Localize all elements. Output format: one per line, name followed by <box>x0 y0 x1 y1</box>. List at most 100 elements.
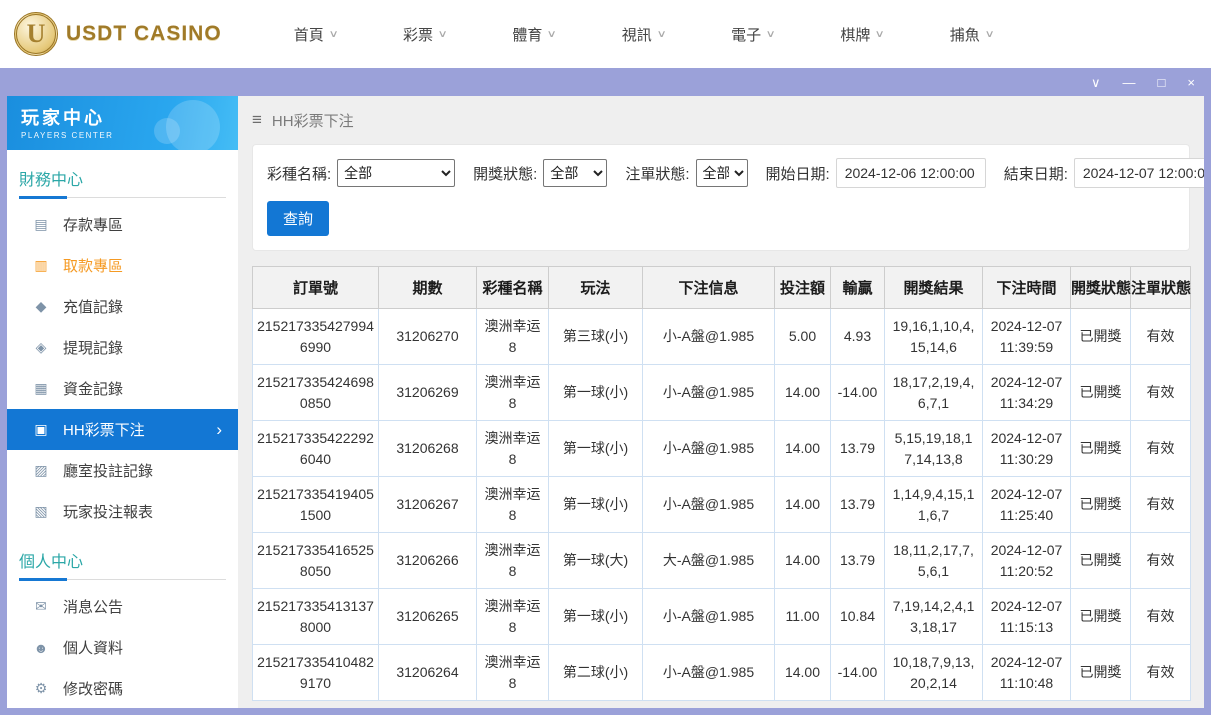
column-header: 彩種名稱 <box>477 267 549 309</box>
window-titlebar: ∨ — □ × <box>0 68 1211 96</box>
chevron-down-icon: ∨ <box>547 29 557 40</box>
section-divider <box>19 197 226 198</box>
sidebar-item-recharge-record[interactable]: ◆ 充值記錄 <box>7 286 238 327</box>
minimize-icon[interactable]: — <box>1123 76 1136 89</box>
sidebar-item-deposit[interactable]: ▤ 存款專區 <box>7 204 238 245</box>
nav-item[interactable]: 捕魚 ∨ <box>950 24 993 45</box>
table-cell: 2152173354194051500 <box>253 477 379 533</box>
hamburger-icon[interactable]: ≡ <box>252 110 262 130</box>
start-date-input[interactable] <box>836 158 986 188</box>
sidebar-item-withdrawal-record[interactable]: ◈ 提現記錄 <box>7 327 238 368</box>
nav-item[interactable]: 電子∨ <box>731 24 774 45</box>
nav-item[interactable]: 體育 ∨ <box>512 24 555 45</box>
message-icon: ✉ <box>32 598 50 615</box>
sidebar-item-player-bet-report[interactable]: ▧ 玩家投注報表 <box>7 491 238 532</box>
nav-item-label: 彩票 <box>403 24 433 45</box>
nav-item[interactable]: 棋牌∨ <box>840 24 883 45</box>
column-header: 下注時間 <box>983 267 1071 309</box>
end-date-input[interactable] <box>1074 158 1204 188</box>
table-cell: 31206266 <box>379 533 477 589</box>
table-cell: 2024-12-07 11:39:59 <box>983 309 1071 365</box>
table-cell: 有效 <box>1131 533 1191 589</box>
table-cell: 14.00 <box>775 645 831 701</box>
table-cell: 5,15,19,18,17,14,13,8 <box>885 421 983 477</box>
sidebar-item-change-password[interactable]: ⚙ 修改密碼 <box>7 668 238 708</box>
table-cell: 澳洲幸运8 <box>477 309 549 365</box>
table-cell: 第一球(小) <box>549 421 643 477</box>
sidebar-item-funds-record[interactable]: ▦ 資金記錄 <box>7 368 238 409</box>
players-center-banner: 玩家中心 PLAYERS CENTER <box>7 96 238 150</box>
table-cell: 大-A盤@1.985 <box>643 533 775 589</box>
start-date-label: 開始日期: <box>766 163 830 184</box>
chevron-down-icon: ∨ <box>984 29 994 40</box>
table-cell: 小-A盤@1.985 <box>643 645 775 701</box>
chevron-down-icon: ∨ <box>875 29 885 40</box>
chevron-down-icon: ∨ <box>656 29 666 40</box>
nav-item-label: 體育 <box>512 24 542 45</box>
sidebar-item-hall-bet-record[interactable]: ▨ 廳室投註記錄 <box>7 450 238 491</box>
table-cell: 13.79 <box>831 533 885 589</box>
sidebar-item-messages[interactable]: ✉ 消息公告 <box>7 586 238 627</box>
query-button[interactable]: 查詢 <box>267 201 329 236</box>
nav-item[interactable]: 視訊∨ <box>622 24 665 45</box>
table-cell: 14.00 <box>775 477 831 533</box>
table-cell: 2152173354222926040 <box>253 421 379 477</box>
sidebar: 玩家中心 PLAYERS CENTER 財務中心 ▤ 存款專區 ▥ 取款專區 ◆… <box>7 96 238 708</box>
table-cell: 2024-12-07 11:10:48 <box>983 645 1071 701</box>
order-status-label: 注單狀態: <box>625 163 689 184</box>
table-cell: 18,11,2,17,7,5,6,1 <box>885 533 983 589</box>
collapse-icon[interactable]: ∨ <box>1091 76 1101 89</box>
nav-item[interactable]: 首頁∨ <box>294 24 337 45</box>
sidebar-item-label: 存款專區 <box>63 214 123 235</box>
table-cell: 13.79 <box>831 477 885 533</box>
table-cell: 有效 <box>1131 365 1191 421</box>
lottery-name-select[interactable]: 全部 <box>337 159 455 187</box>
table-row: 215217335416525805031206266澳洲幸运8第一球(大)大-… <box>253 533 1191 589</box>
table-row: 215217335413137800031206265澳洲幸运8第一球(小)小-… <box>253 589 1191 645</box>
table-cell: 小-A盤@1.985 <box>643 421 775 477</box>
table-cell: 2024-12-07 11:25:40 <box>983 477 1071 533</box>
column-header: 投注額 <box>775 267 831 309</box>
column-header: 開獎狀態 <box>1071 267 1131 309</box>
draw-status-label: 開獎狀態: <box>473 163 537 184</box>
nav-item-label: 捕魚 <box>950 24 980 45</box>
nav-item[interactable]: 彩票∨ <box>403 24 446 45</box>
draw-status-select[interactable]: 全部 <box>543 159 607 187</box>
table-cell: 第一球(大) <box>549 533 643 589</box>
password-icon: ⚙ <box>32 680 50 697</box>
profile-icon: ☻ <box>32 640 50 656</box>
column-header: 下注信息 <box>643 267 775 309</box>
table-cell: 有效 <box>1131 477 1191 533</box>
table-cell: 18,17,2,19,4,6,7,1 <box>885 365 983 421</box>
maximize-icon[interactable]: □ <box>1158 76 1166 89</box>
table-row: 215217335424698085031206269澳洲幸运8第一球(小)小-… <box>253 365 1191 421</box>
table-row: 215217335422292604031206268澳洲幸运8第一球(小)小-… <box>253 421 1191 477</box>
chevron-right-icon: › <box>216 420 222 440</box>
sidebar-item-hh-lottery-bet[interactable]: ▣ HH彩票下注 › <box>7 409 238 450</box>
top-navigation: U USDT CASINO 首頁∨彩票∨體育∨視訊∨電子∨棋牌∨捕魚∨ <box>0 0 1211 68</box>
table-cell: 第一球(小) <box>549 477 643 533</box>
table-cell: 已開獎 <box>1071 309 1131 365</box>
withdraw-icon: ▥ <box>32 257 50 274</box>
table-cell: 澳洲幸运8 <box>477 477 549 533</box>
column-header: 開獎結果 <box>885 267 983 309</box>
table-cell: 小-A盤@1.985 <box>643 589 775 645</box>
table-cell: 2024-12-07 11:30:29 <box>983 421 1071 477</box>
table-cell: 19,16,1,10,4,15,14,6 <box>885 309 983 365</box>
sidebar-item-profile[interactable]: ☻ 個人資料 <box>7 627 238 668</box>
table-cell: 第一球(小) <box>549 589 643 645</box>
table-cell: 14.00 <box>775 421 831 477</box>
logo[interactable]: U USDT CASINO <box>14 12 222 56</box>
column-header: 玩法 <box>549 267 643 309</box>
sidebar-item-label: 廳室投註記錄 <box>63 460 153 481</box>
table-cell: -14.00 <box>831 645 885 701</box>
order-status-select[interactable]: 全部 <box>696 159 748 187</box>
end-date-label: 結束日期: <box>1004 163 1068 184</box>
table-cell: 有效 <box>1131 421 1191 477</box>
table-cell: 已開獎 <box>1071 645 1131 701</box>
close-icon[interactable]: × <box>1187 76 1195 89</box>
table-cell: 有效 <box>1131 589 1191 645</box>
sidebar-item-withdraw[interactable]: ▥ 取款專區 <box>7 245 238 286</box>
table-cell: 澳洲幸运8 <box>477 421 549 477</box>
table-cell: 10.84 <box>831 589 885 645</box>
